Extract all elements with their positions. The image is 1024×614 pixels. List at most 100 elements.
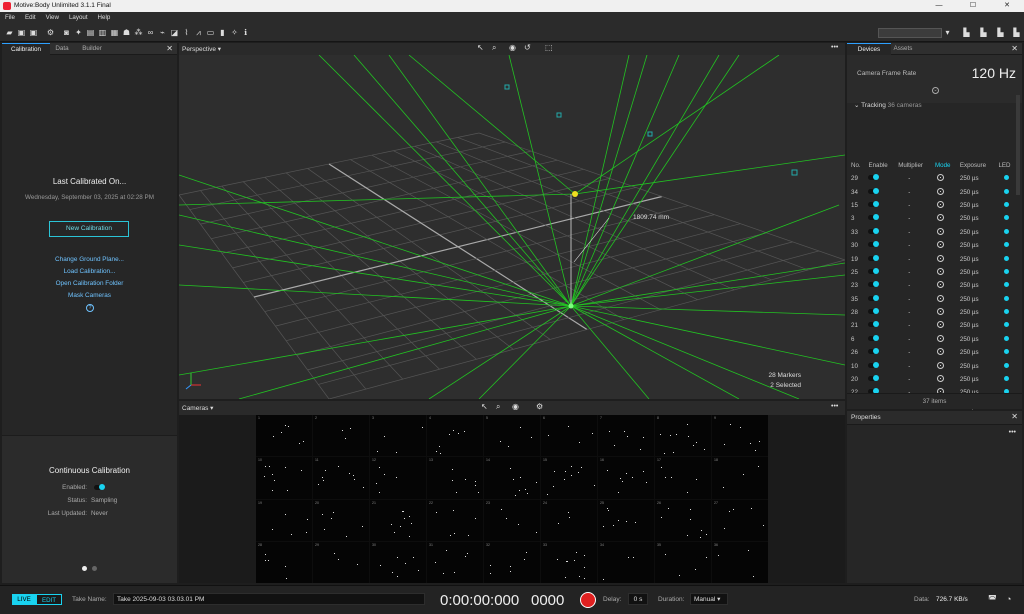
camera-view[interactable]: 31 bbox=[427, 541, 483, 583]
camera-view[interactable]: 29 bbox=[313, 541, 369, 583]
builder-icon[interactable]: ☗ bbox=[122, 28, 131, 37]
camera-view[interactable]: 9 bbox=[712, 415, 768, 457]
save-icon[interactable]: ▣ bbox=[17, 28, 26, 37]
new-calibration-button[interactable]: New Calibration bbox=[49, 221, 129, 237]
camera-view[interactable]: 20 bbox=[313, 499, 369, 541]
exposure-value[interactable]: 250 µs bbox=[956, 239, 995, 252]
led-indicator[interactable] bbox=[994, 185, 1015, 198]
menu-view[interactable]: View bbox=[41, 12, 64, 24]
tab-calibration[interactable]: Calibration bbox=[2, 43, 50, 55]
camera-view[interactable]: 15 bbox=[541, 457, 597, 499]
camera-view[interactable]: 7 bbox=[598, 415, 654, 457]
frame-rate-value[interactable]: 120 Hz bbox=[972, 65, 1016, 81]
camera-view[interactable]: 34 bbox=[598, 541, 654, 583]
tab-assets[interactable]: Assets bbox=[891, 43, 915, 55]
camera-view[interactable]: 25 bbox=[598, 499, 654, 541]
mode-icon[interactable] bbox=[931, 226, 956, 239]
minimize-button[interactable]: — bbox=[922, 0, 956, 12]
timeline-icon[interactable]: ▭ bbox=[206, 28, 215, 37]
record-button[interactable] bbox=[580, 592, 596, 608]
camera-view[interactable]: 6 bbox=[541, 415, 597, 457]
camera-view[interactable]: 2 bbox=[313, 415, 369, 457]
expand-chevron-icon[interactable]: ⌄ bbox=[932, 87, 939, 94]
layout-2-icon[interactable]: ▙ bbox=[979, 28, 988, 37]
network-icon[interactable]: ⁂ bbox=[134, 28, 143, 37]
mode-icon[interactable] bbox=[931, 373, 956, 386]
col-no[interactable]: No. bbox=[847, 159, 864, 172]
enable-toggle[interactable] bbox=[864, 359, 894, 372]
led-indicator[interactable] bbox=[994, 346, 1015, 359]
col-led[interactable]: LED bbox=[994, 159, 1015, 172]
camera-view[interactable]: 16 bbox=[598, 457, 654, 499]
camera-view[interactable]: 5 bbox=[484, 415, 540, 457]
tracking-group-toggle[interactable]: ⌄ Tracking 36 cameras bbox=[854, 101, 922, 109]
table-row[interactable]: 35 - 250 µs bbox=[847, 293, 1015, 306]
exposure-value[interactable]: 250 µs bbox=[956, 293, 995, 306]
properties-more-icon[interactable]: ••• bbox=[1009, 429, 1016, 436]
close-icon[interactable]: ✕ bbox=[1011, 412, 1018, 421]
perspective-viewport[interactable]: Perspective ▾ ↖ ⌕ ◉ ↺ ⬚ ••• 1809.74 mm 2… bbox=[179, 43, 845, 399]
layout-3-icon[interactable]: ▙ bbox=[996, 28, 1005, 37]
enable-toggle[interactable] bbox=[864, 212, 894, 225]
mode-icon[interactable] bbox=[931, 199, 956, 212]
zoom-icon[interactable]: ⌕ bbox=[496, 402, 500, 412]
marker-green[interactable] bbox=[568, 303, 574, 309]
layout-1-icon[interactable]: ▙ bbox=[962, 28, 971, 37]
col-enable[interactable]: Enable bbox=[864, 159, 894, 172]
led-indicator[interactable] bbox=[994, 172, 1015, 185]
enable-toggle[interactable] bbox=[864, 252, 894, 265]
mode-icon[interactable] bbox=[931, 266, 956, 279]
enabled-toggle[interactable] bbox=[94, 484, 105, 492]
mode-icon[interactable] bbox=[931, 319, 956, 332]
mode-icon[interactable] bbox=[931, 212, 956, 225]
viewport-more-icon[interactable]: ••• bbox=[831, 44, 838, 51]
mask-cameras-link[interactable]: Mask Cameras bbox=[2, 292, 177, 299]
led-indicator[interactable] bbox=[994, 212, 1015, 225]
link-icon[interactable]: ∞ bbox=[146, 28, 155, 37]
graph-icon[interactable]: ⌇ bbox=[182, 28, 191, 37]
led-indicator[interactable] bbox=[994, 306, 1015, 319]
assets-icon[interactable]: ▦ bbox=[110, 28, 119, 37]
eye-icon[interactable]: ◉ bbox=[512, 402, 519, 411]
led-indicator[interactable] bbox=[994, 279, 1015, 292]
change-ground-plane-link[interactable]: Change Ground Plane... bbox=[2, 256, 177, 263]
table-row[interactable]: 20 - 250 µs bbox=[847, 373, 1015, 386]
exposure-value[interactable]: 250 µs bbox=[956, 319, 995, 332]
led-indicator[interactable] bbox=[994, 359, 1015, 372]
marquee-icon[interactable]: ⬚ bbox=[545, 43, 553, 52]
info-icon[interactable]: ℹ bbox=[241, 28, 250, 37]
table-row[interactable]: 30 - 250 µs bbox=[847, 239, 1015, 252]
help-icon[interactable]: ? bbox=[86, 304, 94, 312]
camera-view[interactable]: 35 bbox=[655, 541, 711, 583]
devices-scrollbar[interactable] bbox=[1016, 95, 1020, 195]
camera-view[interactable]: 1 bbox=[256, 415, 312, 457]
led-indicator[interactable] bbox=[994, 333, 1015, 346]
layout-dropdown[interactable] bbox=[878, 28, 942, 38]
mode-icon[interactable] bbox=[931, 252, 956, 265]
camera-icon[interactable]: ◙ bbox=[62, 28, 71, 37]
scene-3d[interactable]: 1809.74 mm 28 Markers 2 Selected bbox=[179, 55, 845, 399]
enable-toggle[interactable] bbox=[864, 226, 894, 239]
exposure-value[interactable]: 250 µs bbox=[956, 199, 995, 212]
tab-builder[interactable]: Builder bbox=[76, 43, 108, 55]
table-row[interactable]: 33 - 250 µs bbox=[847, 226, 1015, 239]
exposure-value[interactable]: 250 µs bbox=[956, 226, 995, 239]
camera-view[interactable]: 24 bbox=[541, 499, 597, 541]
page-dot-active[interactable] bbox=[82, 566, 87, 571]
exposure-value[interactable]: 250 µs bbox=[956, 172, 995, 185]
enable-toggle[interactable] bbox=[864, 306, 894, 319]
enable-toggle[interactable] bbox=[864, 172, 894, 185]
led-indicator[interactable] bbox=[994, 319, 1015, 332]
table-row[interactable]: 34 - 250 µs bbox=[847, 185, 1015, 198]
eye-icon[interactable]: ◉ bbox=[509, 43, 516, 52]
col-exposure[interactable]: Exposure bbox=[956, 159, 995, 172]
graph-multi-icon[interactable]: ⩘ bbox=[194, 28, 203, 37]
exposure-value[interactable]: 250 µs bbox=[956, 359, 995, 372]
led-indicator[interactable] bbox=[994, 373, 1015, 386]
camera-view[interactable]: 32 bbox=[484, 541, 540, 583]
settings-gear-icon[interactable]: ⚙ bbox=[46, 28, 55, 37]
duration-dropdown[interactable]: Manual ▾ bbox=[690, 593, 728, 605]
camera-view[interactable]: 8 bbox=[655, 415, 711, 457]
mode-icon[interactable] bbox=[931, 359, 956, 372]
camera-view[interactable]: 13 bbox=[427, 457, 483, 499]
